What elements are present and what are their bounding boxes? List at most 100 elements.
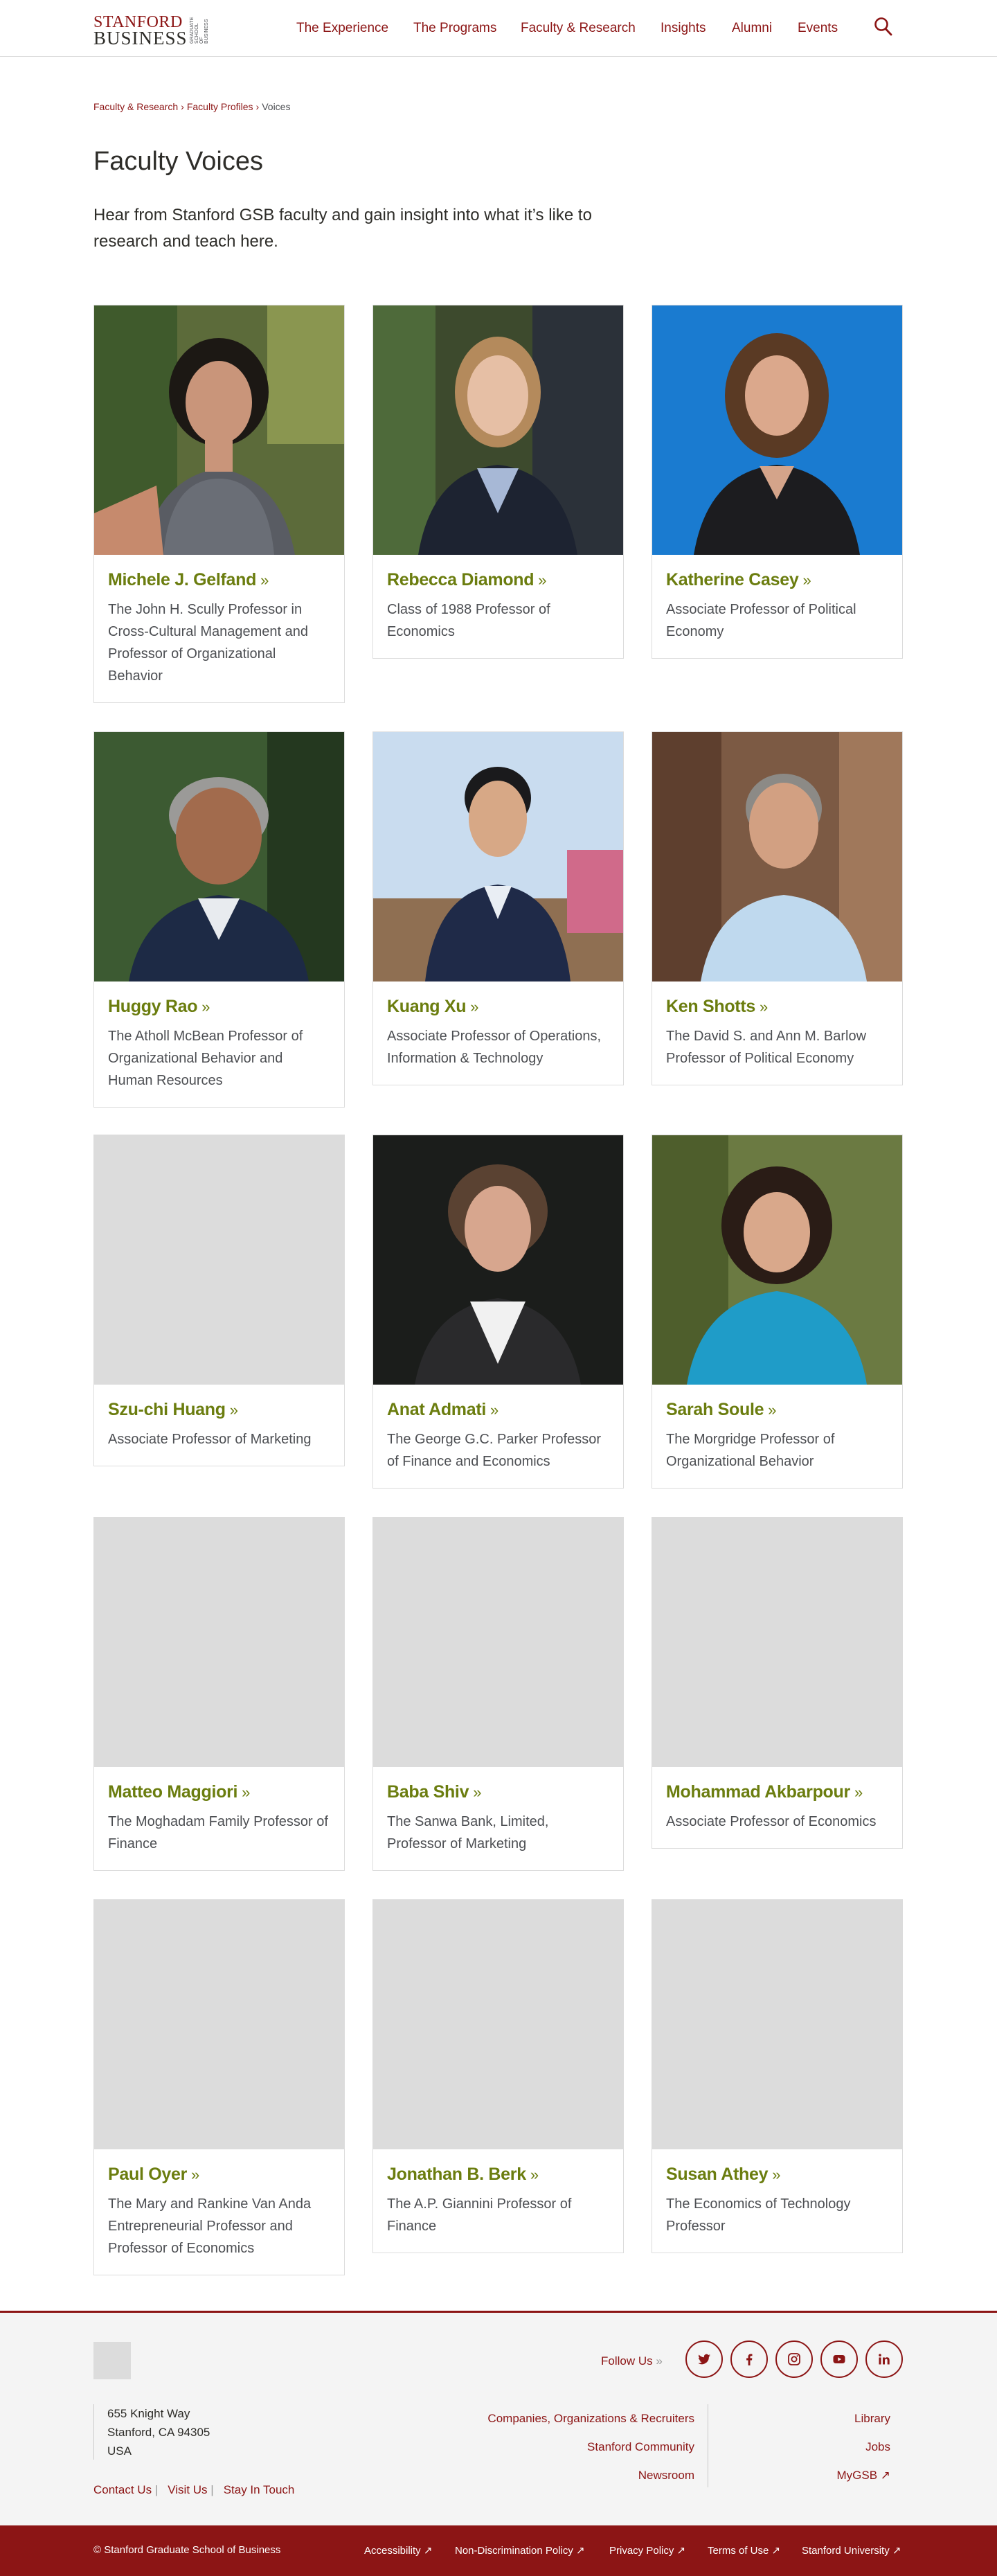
address-divider xyxy=(93,2404,94,2460)
chevron-right-icon: » xyxy=(242,1784,251,1801)
stay-in-touch-link[interactable]: Stay In Touch xyxy=(224,2483,295,2496)
chevron-right-icon: » xyxy=(772,2166,781,2183)
faculty-card[interactable]: Huggy Rao» The Atholl McBean Professor o… xyxy=(93,731,345,1108)
portrait-diamond xyxy=(373,305,623,555)
page-intro: Hear from Stanford GSB faculty and gain … xyxy=(93,206,592,251)
logo-side-text: GRADUATE SCHOOL OF BUSINESS xyxy=(190,17,209,44)
faculty-card[interactable]: Susan Athey» The Economics of Technology… xyxy=(652,1899,903,2253)
faculty-title: The Sanwa Bank, Limited, Professor of Ma… xyxy=(387,1814,549,1851)
faculty-card[interactable]: Szu-chi Huang» Associate Professor of Ma… xyxy=(93,1135,345,1466)
faculty-card[interactable]: Matteo Maggiori» The Moghadam Family Pro… xyxy=(93,1517,345,1871)
portrait-admati xyxy=(373,1135,623,1385)
nav-the-programs[interactable]: The Programs xyxy=(413,21,496,36)
portrait-shotts xyxy=(652,732,902,981)
youtube-icon xyxy=(833,2355,845,2363)
chevron-right-icon: » xyxy=(530,2166,539,2183)
faculty-card[interactable]: Mohammad Akbarpour» Associate Professor … xyxy=(652,1517,903,1849)
chevron-right-icon: » xyxy=(490,1401,498,1419)
faculty-name-link: Huggy Rao» xyxy=(108,997,210,1016)
chevron-right-icon: » xyxy=(201,998,210,1015)
faculty-photo xyxy=(373,732,623,981)
nav-events[interactable]: Events xyxy=(798,21,838,36)
faculty-card[interactable]: Ken Shotts» The David S. and Ann M. Barl… xyxy=(652,731,903,1085)
portrait-soule xyxy=(652,1135,902,1385)
chevron-right-icon: » xyxy=(656,2354,663,2368)
faculty-title: Associate Professor of Operations, Infor… xyxy=(387,1029,602,1066)
nav-faculty-research[interactable]: Faculty & Research xyxy=(521,21,636,36)
chevron-right-icon: » xyxy=(191,2166,199,2183)
address-line: USA xyxy=(107,2444,132,2458)
faculty-title: The Atholl McBean Professor of Organizat… xyxy=(108,1029,303,1088)
library-link[interactable]: Library xyxy=(854,2412,890,2425)
address-line: Stanford, CA 94305 xyxy=(107,2426,210,2439)
nav-the-experience[interactable]: The Experience xyxy=(296,21,388,36)
faculty-card[interactable]: Anat Admati» The George G.C. Parker Prof… xyxy=(372,1135,624,1489)
footer-contact-links: Contact Us | Visit Us | Stay In Touch xyxy=(93,2483,294,2497)
faculty-name-link: Jonathan B. Berk» xyxy=(387,2165,539,2184)
faculty-title: Class of 1988 Professor of Economics xyxy=(387,602,550,639)
copyright: © Stanford Graduate School of Business xyxy=(93,2544,281,2556)
stanford-university-link[interactable]: Stanford University ↗ xyxy=(802,2544,901,2557)
faculty-card[interactable]: Jonathan B. Berk» The A.P. Giannini Prof… xyxy=(372,1899,624,2253)
linkedin-button[interactable] xyxy=(865,2340,903,2378)
faculty-card[interactable]: Kuang Xu» Associate Professor of Operati… xyxy=(372,731,624,1085)
faculty-name-link: Matteo Maggiori» xyxy=(108,1782,251,1802)
faculty-title: Associate Professor of Economics xyxy=(666,1814,877,1829)
visit-us-link[interactable]: Visit Us xyxy=(168,2483,207,2496)
breadcrumb-faculty-research[interactable]: Faculty & Research xyxy=(93,101,178,112)
companies-organizations-recruiters-link[interactable]: Companies, Organizations & Recruiters xyxy=(487,2412,694,2425)
instagram-icon xyxy=(788,2353,800,2365)
faculty-title: The George G.C. Parker Professor of Fina… xyxy=(387,1432,602,1469)
terms-of-use-link[interactable]: Terms of Use ↗ xyxy=(708,2544,780,2557)
faculty-name-link: Mohammad Akbarpour» xyxy=(666,1782,863,1802)
faculty-card[interactable]: Paul Oyer» The Mary and Rankine Van Anda… xyxy=(93,1899,345,2275)
faculty-photo-placeholder xyxy=(652,1518,902,1767)
faculty-card[interactable]: Katherine Casey» Associate Professor of … xyxy=(652,305,903,659)
faculty-name-link: Rebecca Diamond» xyxy=(387,570,547,589)
non-discrimination-policy-link[interactable]: Non-Discrimination Policy ↗ xyxy=(455,2544,585,2557)
accessibility-link[interactable]: Accessibility ↗ xyxy=(364,2544,432,2557)
faculty-card[interactable]: Rebecca Diamond» Class of 1988 Professor… xyxy=(372,305,624,659)
mygsb-link[interactable]: MyGSB ↗ xyxy=(836,2469,890,2482)
faculty-title: The Economics of Technology Professor xyxy=(666,2196,851,2234)
legal-bar: © Stanford Graduate School of Business A… xyxy=(0,2525,997,2576)
portrait-rao xyxy=(94,732,344,981)
nav-alumni[interactable]: Alumni xyxy=(732,21,772,36)
instagram-button[interactable] xyxy=(775,2340,813,2378)
chevron-right-icon: » xyxy=(854,1784,863,1801)
faculty-title: Associate Professor of Political Economy xyxy=(666,602,856,639)
privacy-policy-link[interactable]: Privacy Policy ↗ xyxy=(609,2544,685,2557)
faculty-photo-placeholder xyxy=(652,1900,902,2149)
faculty-card[interactable]: Baba Shiv» The Sanwa Bank, Limited, Prof… xyxy=(372,1517,624,1871)
faculty-name-link: Katherine Casey» xyxy=(666,570,811,589)
portrait-xu xyxy=(373,732,623,981)
newsroom-link[interactable]: Newsroom xyxy=(638,2469,694,2482)
footer-logo[interactable] xyxy=(93,2342,131,2379)
faculty-name-link: Ken Shotts» xyxy=(666,997,768,1016)
faculty-photo xyxy=(94,305,344,555)
stanford-business-logo[interactable]: STANFORD BUSINESS GRADUATE SCHOOL OF BUS… xyxy=(93,14,209,48)
faculty-name-link: Michele J. Gelfand» xyxy=(108,570,269,589)
twitter-icon xyxy=(698,2354,710,2365)
twitter-button[interactable] xyxy=(685,2340,723,2378)
youtube-button[interactable] xyxy=(820,2340,858,2378)
breadcrumb-faculty-profiles[interactable]: Faculty Profiles xyxy=(187,101,253,112)
search-button[interactable] xyxy=(874,17,893,37)
breadcrumb-separator: › xyxy=(255,101,260,112)
search-icon xyxy=(874,17,892,36)
nav-insights[interactable]: Insights xyxy=(661,21,706,36)
faculty-name-link: Paul Oyer» xyxy=(108,2165,199,2184)
faculty-title: The Moghadam Family Professor of Finance xyxy=(108,1814,328,1851)
jobs-link[interactable]: Jobs xyxy=(865,2440,890,2453)
faculty-card[interactable]: Sarah Soule» The Morgridge Professor of … xyxy=(652,1135,903,1489)
logo-line-2: BUSINESS xyxy=(93,28,188,48)
stanford-community-link[interactable]: Stanford Community xyxy=(587,2440,694,2453)
faculty-card[interactable]: Michele J. Gelfand» The John H. Scully P… xyxy=(93,305,345,703)
faculty-name-link: Szu-chi Huang» xyxy=(108,1400,238,1419)
facebook-button[interactable] xyxy=(730,2340,768,2378)
contact-us-link[interactable]: Contact Us xyxy=(93,2483,152,2496)
chevron-right-icon: » xyxy=(759,998,768,1015)
faculty-photo xyxy=(652,1135,902,1385)
chevron-right-icon: » xyxy=(473,1784,482,1801)
address-line: 655 Knight Way xyxy=(107,2407,190,2420)
